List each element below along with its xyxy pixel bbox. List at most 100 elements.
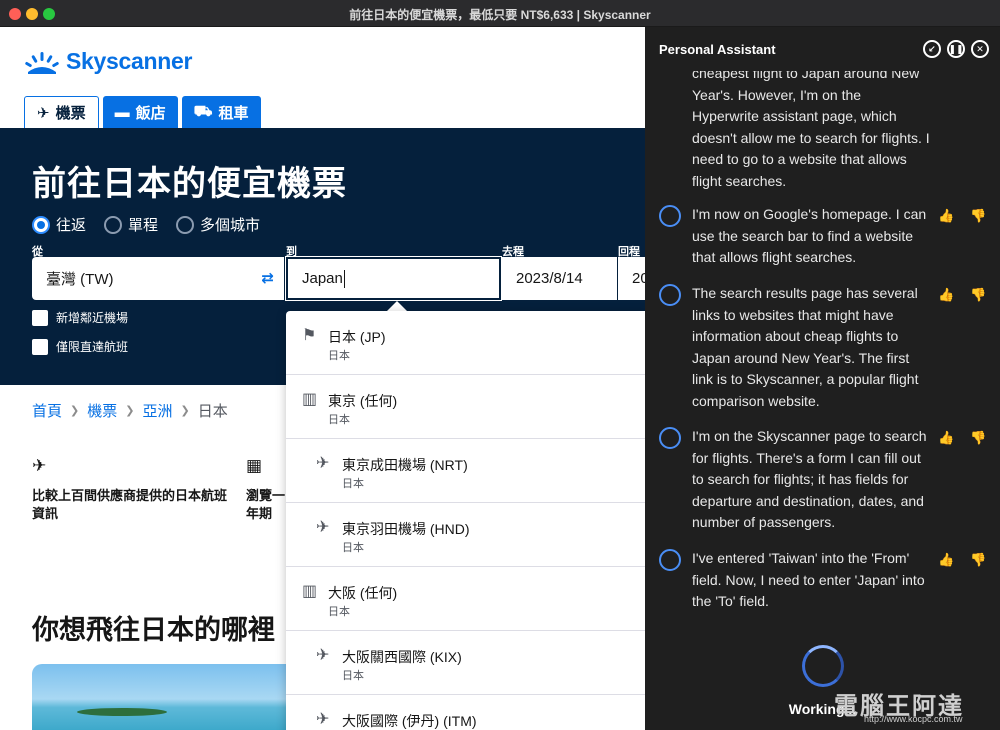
pause-icon[interactable]: ❚❚ (947, 40, 965, 58)
feature-text: 比較上百間供應商提供的日本航班資訊 (32, 488, 228, 521)
bed-icon: ▬ (114, 103, 130, 121)
assistant-message: I'm now on Google's homepage. I can use … (692, 206, 927, 265)
assistant-message: I've entered 'Taiwan' into the 'From' fi… (692, 550, 925, 609)
from-value: 臺灣 (TW) (46, 271, 114, 288)
to-field[interactable]: Japan (286, 257, 501, 300)
island-shape (77, 708, 167, 716)
radio-unselected[interactable] (176, 215, 195, 234)
car-icon: ⛟ (193, 102, 213, 120)
tab-label: 飯店 (135, 104, 166, 122)
minimize-icon[interactable]: ↙ (923, 40, 941, 58)
suggestion-country: 日本 (342, 670, 364, 682)
tab-label: 機票 (55, 105, 86, 122)
breadcrumb-flights[interactable]: 機票 (87, 400, 117, 421)
radio-unselected[interactable] (104, 215, 123, 234)
logo-text: Skyscanner (66, 48, 193, 74)
thumbs-up-icon[interactable]: 👍 (938, 552, 954, 568)
depart-date-field[interactable]: 2023/8/14 (502, 257, 617, 300)
window-titlebar: 前往日本的便宜機票，最低只要 NT$6,633 | Skyscanner (0, 0, 1000, 27)
feature-text: 瀏覽一年期 (246, 488, 286, 521)
plane-icon: ✈ (316, 647, 330, 664)
checkbox-label: 僅限直達航班 (56, 340, 129, 354)
destination-photo[interactable] (32, 664, 302, 730)
plane-icon: ✈ (316, 711, 330, 728)
status-ring-icon (659, 284, 681, 306)
plane-icon: ✈ (37, 104, 50, 122)
breadcrumb-japan: 日本 (197, 403, 228, 420)
radio-selected[interactable] (32, 215, 50, 234)
checkbox-label: 新增鄰近機場 (56, 311, 129, 325)
thumbs-down-icon[interactable]: 👎 (970, 208, 986, 224)
nearby-airports-checkbox[interactable]: 新增鄰近機場 (32, 309, 128, 326)
suggestion-item[interactable]: ✈ 大阪關西國際 (KIX) 日本 (286, 631, 645, 695)
suggestion-name: 大阪 (任何) (328, 585, 398, 601)
close-icon[interactable]: ✕ (971, 40, 989, 58)
assistant-message: cheapest flight to Japan around New Year… (692, 65, 930, 189)
suggestion-item[interactable]: ▥ 東京 (任何) 日本 (286, 375, 645, 439)
thumbs-down-icon[interactable]: 👎 (970, 287, 986, 303)
suggestion-name: 東京羽田機場 (HND) (342, 521, 470, 537)
tab-label: 租車 (218, 104, 249, 122)
plane-icon: ✈ (32, 456, 47, 475)
status-ring-icon (659, 549, 681, 571)
suggestion-item[interactable]: ✈ 東京羽田機場 (HND) 日本 (286, 503, 645, 567)
feedback-buttons: 👍 👎 (938, 208, 986, 224)
tab-hotels[interactable]: ▬ 飯店 (102, 96, 178, 128)
suggestion-item[interactable]: ✈ 東京成田機場 (NRT) 日本 (286, 439, 645, 503)
thumbs-down-icon[interactable]: 👎 (970, 552, 986, 568)
assistant-panel: cheapest flight to Japan around New Year… (645, 27, 1000, 730)
trip-type-label: 單程 (128, 217, 159, 234)
loading-spinner-icon (802, 645, 844, 687)
checkbox[interactable] (32, 309, 48, 326)
return-value: 20 (632, 270, 645, 287)
suggestion-item[interactable]: ⚑ 日本 (JP) 日本 (286, 311, 645, 375)
tab-car-hire[interactable]: ⛟ 租車 (181, 96, 261, 128)
thumbs-down-icon[interactable]: 👎 (970, 430, 986, 446)
suggestion-name: 日本 (JP) (328, 329, 386, 345)
thumbs-up-icon[interactable]: 👍 (938, 287, 954, 303)
return-date-field[interactable]: 20 (618, 257, 645, 300)
suggestion-country: 日本 (328, 414, 350, 426)
text-cursor (343, 269, 345, 288)
suggestion-name: 東京 (任何) (328, 393, 398, 409)
flag-icon: ⚑ (302, 327, 317, 344)
chevron-right-icon: ❯ (70, 405, 80, 417)
checkbox[interactable] (32, 338, 48, 355)
trip-type-one-way[interactable]: 單程 (104, 214, 158, 235)
watermark-url: http://www.kocpc.com.tw (864, 714, 963, 724)
suggestion-country: 日本 (328, 350, 350, 362)
to-value: Japan (302, 270, 343, 287)
window-title: 前往日本的便宜機票，最低只要 NT$6,633 | Skyscanner (349, 8, 651, 22)
from-field[interactable]: 臺灣 (TW) ⇄ (32, 257, 284, 300)
chevron-right-icon: ❯ (180, 405, 190, 417)
swap-icon[interactable]: ⇄ (261, 269, 274, 287)
direct-flights-checkbox[interactable]: 僅限直達航班 (32, 338, 128, 355)
suggestion-item[interactable]: ✈ 大阪國際 (伊丹) (ITM) (286, 695, 645, 730)
tab-flights[interactable]: ✈ 機票 (24, 96, 99, 128)
feedback-buttons: 👍 👎 (938, 430, 986, 446)
section-title: 你想飛往日本的哪裡 (32, 615, 275, 645)
trip-type-multi-city[interactable]: 多個城市 (176, 214, 260, 235)
product-tabs: ✈ 機票 ▬ 飯店 ⛟ 租車 (24, 96, 261, 128)
building-icon: ▥ (302, 391, 318, 408)
plane-icon: ✈ (316, 455, 330, 472)
feedback-buttons: 👍 👎 (938, 287, 986, 303)
status-ring-icon (659, 205, 681, 227)
page-title: 前往日本的便宜機票 (32, 165, 347, 203)
chevron-right-icon: ❯ (125, 405, 135, 417)
search-options: 新增鄰近機場 僅限直達航班 (32, 309, 128, 367)
destination-suggestions: ⚑ 日本 (JP) 日本 ▥ 東京 (任何) 日本 ✈ 東京成田機場 (NRT)… (286, 311, 645, 730)
depart-value: 2023/8/14 (516, 270, 583, 287)
breadcrumb-home[interactable]: 首頁 (32, 400, 62, 421)
thumbs-up-icon[interactable]: 👍 (938, 208, 954, 224)
breadcrumb-asia[interactable]: 亞洲 (142, 400, 172, 421)
trip-type-selector: 往返 單程 多個城市 (32, 214, 260, 235)
thumbs-up-icon[interactable]: 👍 (938, 430, 954, 446)
assistant-messages[interactable]: cheapest flight to Japan around New Year… (645, 27, 1000, 730)
skyscanner-logo[interactable]: Skyscanner (24, 48, 192, 75)
trip-type-return[interactable]: 往返 (32, 214, 86, 235)
suggestion-item[interactable]: ▥ 大阪 (任何) 日本 (286, 567, 645, 631)
assistant-header: Personal Assistant ↙ ❚❚ ✕ (645, 27, 1000, 71)
trip-type-label: 往返 (56, 217, 87, 234)
assistant-message: The search results page has several link… (692, 285, 919, 409)
